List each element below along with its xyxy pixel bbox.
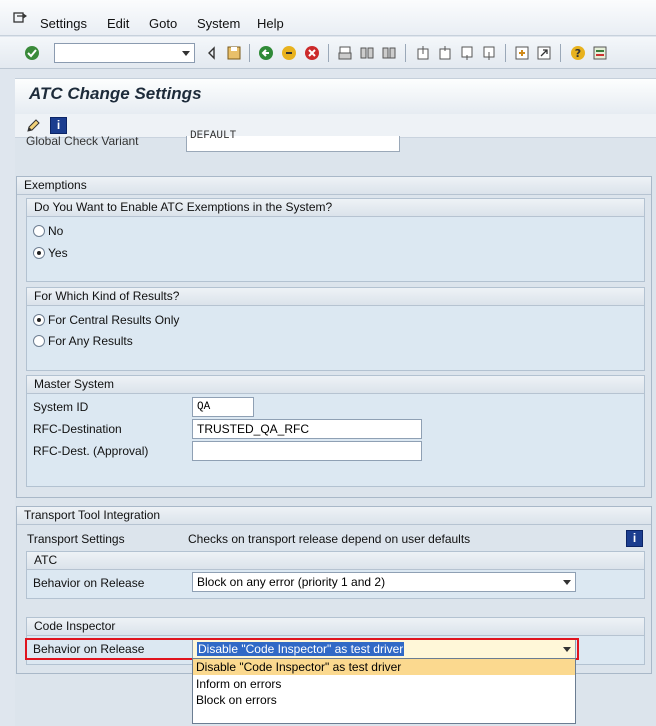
exemptions-header: Exemptions [17,177,651,195]
print-icon[interactable] [337,45,353,61]
global-check-variant-value: DEFAULT [190,130,237,142]
option-inform-on-errors[interactable]: Inform on errors [193,676,575,692]
chevron-down-icon[interactable] [182,51,190,56]
layout-icon[interactable] [592,45,608,61]
rfc-destination-label: RFC-Destination [33,422,122,436]
pencil-icon[interactable] [25,118,41,134]
atc-behavior-dropdown[interactable]: Block on any error (priority 1 and 2) [192,572,576,592]
rfc-dest-approval-field[interactable] [192,441,422,461]
menu-edit[interactable]: Edit [107,16,129,31]
transport-settings-label: Transport Settings [27,532,125,546]
results-kind-header: For Which Kind of Results? [27,288,644,306]
menu-settings[interactable]: Settings [40,16,87,31]
menu-help[interactable]: Help [257,16,284,31]
atc-header: ATC [27,552,644,570]
back-icon[interactable] [204,45,220,61]
toolbar-separator [405,44,406,62]
code-inspector-header: Code Inspector [27,618,644,636]
radio-central-results-label: For Central Results Only [48,313,180,327]
system-id-label: System ID [33,400,89,414]
cancel-icon[interactable] [304,45,320,61]
radio-yes[interactable] [33,247,45,259]
command-field[interactable] [54,43,195,63]
svg-text:?: ? [575,47,581,60]
master-system-header: Master System [27,376,644,394]
title-bar: ATC Change Settings [15,78,656,114]
find-icon[interactable] [359,45,375,61]
info-icon[interactable]: i [50,117,67,134]
option-block-on-errors[interactable]: Block on errors [193,692,575,708]
system-id-field[interactable]: QA [192,397,254,417]
enable-exemptions-group: Do You Want to Enable ATC Exemptions in … [26,198,645,282]
option-disable-code-inspector[interactable]: Disable "Code Inspector" as test driver [193,659,575,675]
radio-any-results[interactable] [33,335,45,347]
new-session-icon[interactable] [514,45,530,61]
radio-no-label: No [48,224,64,238]
exit-icon[interactable] [281,45,297,61]
help-icon[interactable]: ? [570,45,586,61]
enable-exemptions-header: Do You Want to Enable ATC Exemptions in … [27,199,644,217]
find-next-icon[interactable] [381,45,397,61]
prev-page-icon[interactable] [437,45,453,61]
global-check-variant-field[interactable]: DEFAULT [186,130,400,152]
transport-settings-value: Checks on transport release depend on us… [188,532,471,546]
next-page-icon[interactable] [459,45,475,61]
radio-yes-label: Yes [48,246,68,260]
rfc-destination-field[interactable]: TRUSTED_QA_RFC [192,419,422,439]
chevron-down-icon[interactable] [559,573,575,591]
toolbar-separator [249,44,250,62]
code-inspector-options-list: Disable "Code Inspector" as test driver … [192,658,576,724]
transport-integration-header: Transport Tool Integration [17,507,651,525]
atc-behavior-label: Behavior on Release [33,576,145,590]
transport-info-icon[interactable]: i [626,530,643,547]
enter-check-icon[interactable] [24,45,40,61]
radio-central-results[interactable] [33,314,45,326]
results-kind-group: For Which Kind of Results? [26,287,645,371]
toolbar-separator [560,44,561,62]
rfc-dest-approval-label: RFC-Dest. (Approval) [33,444,149,458]
toolbar-separator [328,44,329,62]
atc-behavior-value: Block on any error (priority 1 and 2) [197,575,386,589]
page-title: ATC Change Settings [29,84,202,103]
standard-toolbar: ? [0,37,656,69]
highlight-frame [25,638,579,660]
menu-goto[interactable]: Goto [149,16,177,31]
system-menu-icon[interactable] [13,12,27,24]
radio-any-results-label: For Any Results [48,334,133,348]
global-check-variant-label: Global Check Variant [26,134,139,148]
menu-system[interactable]: System [197,16,240,31]
menu-bar: Settings Edit Goto System Help [0,0,656,36]
radio-no[interactable] [33,225,45,237]
shortcut-icon[interactable] [536,45,552,61]
save-icon[interactable] [226,45,242,61]
toolbar-separator [505,44,506,62]
last-page-icon[interactable] [481,45,497,61]
first-page-icon[interactable] [415,45,431,61]
nav-back-icon[interactable] [258,45,274,61]
